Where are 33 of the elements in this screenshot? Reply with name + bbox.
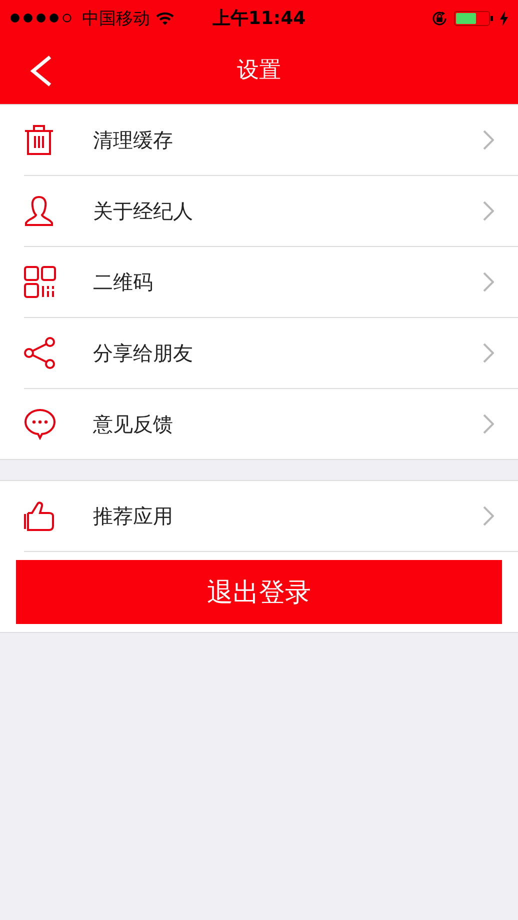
person-icon: [24, 195, 54, 227]
chevron-icon: [483, 130, 494, 150]
chevron-icon: [483, 414, 494, 434]
chat-bubble-icon: [24, 408, 56, 440]
share-icon: [24, 337, 56, 369]
trash-icon: [24, 124, 54, 156]
chevron-icon: [483, 201, 494, 221]
thumbs-up-icon: [24, 501, 56, 531]
wifi-icon: [156, 12, 174, 24]
settings-row[interactable]: 分享给朋友: [24, 318, 518, 389]
row-label: 关于经纪人: [93, 198, 194, 224]
row-label: 分享给朋友: [93, 340, 194, 366]
row-label: 推荐应用: [93, 502, 174, 530]
settings-row[interactable]: 清理缓存: [24, 105, 518, 176]
rotation-lock-icon: [431, 10, 448, 26]
settings-row[interactable]: 关于经纪人: [24, 176, 518, 247]
page-title: 设置: [237, 57, 281, 85]
row-label: 意见反馈: [93, 410, 174, 438]
row-label: 二维码: [93, 268, 154, 296]
carrier-name: 中国移动: [82, 8, 150, 30]
back-icon: [28, 54, 54, 88]
charging-icon: [500, 10, 508, 26]
row-label: 清理缓存: [93, 126, 174, 154]
chevron-icon: [483, 506, 494, 526]
chevron-icon: [483, 343, 494, 363]
qr-code-icon: [24, 266, 56, 298]
settings-row[interactable]: 二维码: [24, 247, 518, 318]
status-time: 上午11:44: [212, 7, 306, 30]
logout-button[interactable]: 退出登录: [16, 560, 502, 624]
settings-row[interactable]: 意见反馈: [24, 389, 518, 459]
settings-row[interactable]: 推荐应用: [24, 481, 518, 552]
battery-icon: [454, 10, 494, 26]
chevron-icon: [483, 272, 494, 292]
